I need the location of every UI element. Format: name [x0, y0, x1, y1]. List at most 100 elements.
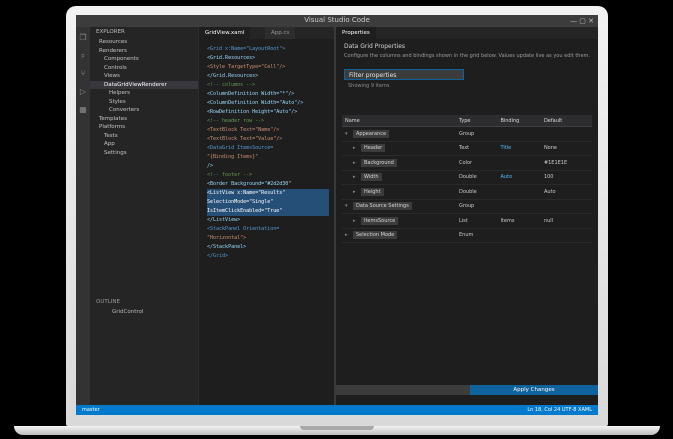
code-line: "{Binding Items}" [207, 154, 259, 160]
extensions-icon[interactable]: ▦ [76, 103, 90, 117]
editor-tab[interactable]: App.cs [265, 27, 296, 39]
row-name-cell: ▸ ItemsSource [342, 213, 456, 229]
row-default-cell [540, 199, 592, 214]
table-row[interactable]: ▸ Width Double Auto 100 [342, 170, 592, 185]
row-default-cell: 100 [540, 170, 592, 185]
row-binding-cell [497, 126, 541, 142]
photo-stage: Visual Studio Code — ▢ ✕ ❐ ⌕ ⑂ ▷ ▦ EXPLORER … [0, 0, 673, 439]
code-line: <ColumnDefinition Width="Auto"/> [207, 100, 304, 106]
code-line: <DataGrid ItemsSource= [207, 145, 274, 151]
column-header[interactable]: Name [342, 115, 456, 127]
status-bar: master Ln 18, Col 24 UTF-8 XAML [76, 405, 598, 415]
code-editor[interactable]: GridView.xaml App.cs <Grid x:Name="Layout… [198, 27, 335, 405]
row-name: Appearance [353, 129, 390, 138]
code-line: </ListView> [207, 217, 241, 223]
row-name: Height [361, 187, 384, 196]
chevron-down-icon[interactable]: ▾ [345, 203, 353, 209]
chevron-right-icon[interactable]: ▸ [353, 160, 361, 166]
tree-item[interactable]: Views [90, 72, 198, 81]
table-row[interactable]: ▸ Selection Mode Enum [342, 228, 592, 243]
column-header[interactable]: Binding [497, 115, 541, 127]
code-line: <Style TargetType="Cell"/> [207, 64, 286, 70]
search-icon[interactable]: ⌕ [76, 49, 90, 63]
explorer-title: EXPLORER [96, 29, 125, 35]
code-line: <Grid.Resources> [207, 55, 256, 61]
chevron-right-icon[interactable]: ▸ [345, 232, 353, 238]
tab-properties[interactable]: Properties [336, 27, 376, 39]
row-default-cell: #1E1E1E [540, 155, 592, 171]
outline-title: OUTLINE [96, 299, 120, 305]
tree-item[interactable]: Templates [90, 115, 198, 124]
row-type-cell: List [456, 213, 498, 229]
tree-item[interactable]: Converters [90, 106, 198, 115]
source-control-icon[interactable]: ⑂ [76, 67, 90, 81]
table-row[interactable]: ▾ Appearance Group [342, 126, 592, 142]
row-binding-cell [497, 155, 541, 171]
explorer-tree: Resources Renderers Components Controls View… [90, 38, 198, 157]
row-type-cell: Double [456, 184, 498, 200]
filter-input[interactable]: Filter properties [344, 69, 464, 80]
table-row[interactable]: ▸ Background Color #1E1E1E [342, 155, 592, 171]
row-binding-cell [497, 228, 541, 243]
chevron-down-icon[interactable]: ▾ [345, 131, 353, 137]
code-line: "Horizontal"> [207, 235, 247, 241]
tree-item[interactable]: Controls [90, 64, 198, 73]
laptop-screen: Visual Studio Code — ▢ ✕ ❐ ⌕ ⑂ ▷ ▦ EXPLORER … [76, 15, 598, 415]
code-line: </StackPanel> [207, 244, 247, 250]
table-row[interactable]: ▸ Height Double Auto [342, 184, 592, 200]
window-controls[interactable]: — ▢ ✕ [570, 17, 594, 25]
tree-item[interactable]: Renderers [90, 47, 198, 56]
row-type-cell: Enum [456, 228, 498, 243]
tree-item[interactable]: Resources [90, 38, 198, 47]
row-name-cell: ▸ Selection Mode [342, 228, 456, 243]
tree-item[interactable]: Styles [90, 98, 198, 107]
code-line: IsItemClickEnabled="True" [207, 207, 329, 216]
files-icon[interactable]: ❐ [76, 31, 90, 45]
table-row[interactable]: ▸ ItemsSource List Items null [342, 213, 592, 229]
row-default-cell: null [540, 213, 592, 229]
code-line: <ListView x:Name="Results" [207, 189, 329, 198]
filter-hint: Showing 9 items [348, 83, 390, 89]
panel-heading: Data Grid Properties [344, 43, 406, 50]
row-type-cell: Group [456, 126, 498, 142]
tree-item[interactable]: Helpers [90, 89, 198, 98]
tree-item[interactable]: Components [90, 55, 198, 64]
tree-item[interactable]: DataGridViewRenderer [90, 80, 198, 89]
outline-item[interactable]: GridControl [112, 309, 143, 315]
table-row[interactable]: ▾ Data Source Settings Group [342, 199, 592, 214]
row-binding-cell [497, 199, 541, 214]
apply-button[interactable]: Apply Changes [470, 385, 598, 395]
tree-item[interactable]: Settings [90, 149, 198, 158]
chevron-right-icon[interactable]: ▸ [353, 174, 361, 180]
row-binding-cell: Items [497, 213, 541, 229]
row-name: Selection Mode [353, 231, 398, 240]
branch-indicator[interactable]: master [82, 407, 100, 413]
debug-icon[interactable]: ▷ [76, 85, 90, 99]
tree-item[interactable]: Platforms [90, 123, 198, 132]
title-bar: Visual Studio Code — ▢ ✕ [76, 15, 598, 27]
row-default-cell [540, 228, 592, 243]
row-name: ItemsSource [361, 216, 399, 225]
code-line: <!-- header row --> [207, 118, 265, 124]
row-name: Background [361, 158, 397, 167]
properties-tabstrip: Properties [336, 27, 598, 39]
chevron-right-icon[interactable]: ▸ [353, 145, 361, 151]
window-title: Visual Studio Code [304, 16, 370, 24]
table-header-row: Name Type Binding Default [342, 115, 592, 127]
row-default-cell [540, 126, 592, 142]
table-row[interactable]: ▸ Header Text Title None [342, 141, 592, 156]
code-line: <!-- columns --> [207, 82, 256, 88]
tree-item[interactable]: Tests [90, 132, 198, 141]
code-area[interactable]: <Grid x:Name="LayoutRoot"> <Grid.Resourc… [207, 45, 329, 261]
code-line: <Border Background="#2d2d30" [207, 181, 292, 187]
tree-item[interactable]: App [90, 140, 198, 149]
properties-table: Name Type Binding Default ▾ Appearance Group ▸… [342, 115, 592, 243]
editor-tab[interactable]: GridView.xaml [199, 27, 251, 39]
row-name: Width [361, 173, 382, 182]
chevron-right-icon[interactable]: ▸ [353, 218, 361, 224]
column-header[interactable]: Default [540, 115, 592, 127]
cursor-position[interactable]: Ln 18, Col 24 UTF-8 XAML [527, 405, 592, 415]
chevron-right-icon[interactable]: ▸ [353, 189, 361, 195]
column-header[interactable]: Type [456, 115, 498, 127]
code-line: <RowDefinition Height="Auto"/> [207, 109, 298, 115]
